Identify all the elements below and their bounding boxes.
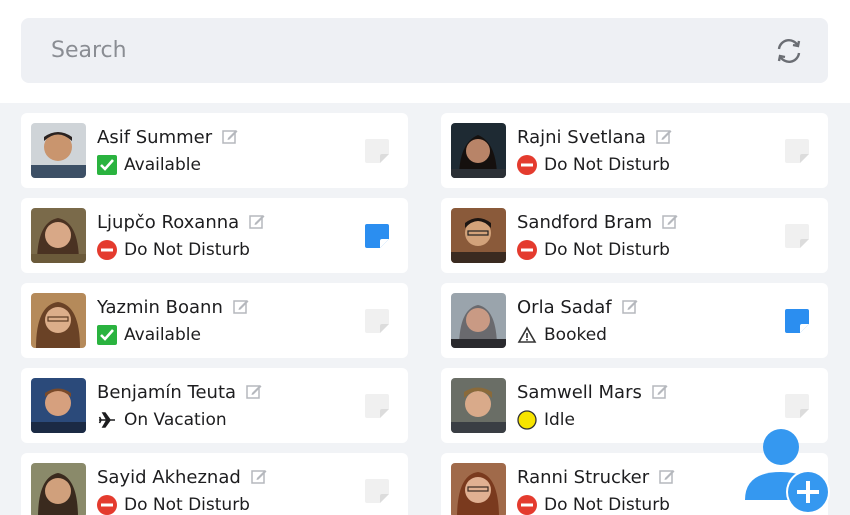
note-icon[interactable]	[363, 392, 391, 420]
avatar	[451, 293, 506, 348]
contact-name: Ljupčo Roxanna	[97, 212, 240, 233]
do-not-disturb-icon	[97, 240, 117, 260]
avatar	[31, 463, 86, 515]
note-icon[interactable]	[363, 477, 391, 505]
contact-card[interactable]: Asif Summer Available	[21, 113, 408, 188]
edit-icon[interactable]	[222, 128, 238, 144]
contact-name: Ranni Strucker	[517, 467, 650, 488]
contact-card[interactable]: Sandford Bram Do Not Disturb	[441, 198, 828, 273]
contact-name: Benjamín Teuta	[97, 382, 237, 403]
airplane-icon	[97, 410, 117, 430]
status-text: Available	[124, 325, 201, 345]
contact-card[interactable]: Ljupčo Roxanna Do Not Disturb	[21, 198, 408, 273]
avatar	[31, 378, 86, 433]
search-area	[0, 0, 850, 103]
avatar	[451, 123, 506, 178]
contact-card[interactable]: Rajni Svetlana Do Not Disturb	[441, 113, 828, 188]
contact-name: Samwell Mars	[517, 382, 642, 403]
do-not-disturb-icon	[517, 240, 537, 260]
edit-icon[interactable]	[652, 383, 668, 399]
check-icon	[97, 325, 117, 345]
note-icon[interactable]	[783, 137, 811, 165]
contact-name: Yazmin Boann	[97, 297, 223, 318]
avatar	[451, 378, 506, 433]
contact-card[interactable]: Orla Sadaf Booked	[441, 283, 828, 358]
note-icon[interactable]	[363, 222, 391, 250]
idle-icon	[517, 410, 537, 430]
note-icon[interactable]	[783, 392, 811, 420]
add-user-icon	[745, 429, 830, 514]
edit-icon[interactable]	[656, 128, 672, 144]
contact-name: Asif Summer	[97, 127, 213, 148]
contact-card[interactable]: Yazmin Boann Available	[21, 283, 408, 358]
do-not-disturb-icon	[517, 495, 537, 515]
status-text: Do Not Disturb	[544, 155, 670, 175]
status-text: Booked	[544, 325, 607, 345]
contact-name: Rajni Svetlana	[517, 127, 646, 148]
refresh-icon[interactable]	[774, 36, 804, 66]
note-icon[interactable]	[363, 307, 391, 335]
status-text: On Vacation	[124, 410, 227, 430]
edit-icon[interactable]	[621, 298, 638, 314]
edit-icon[interactable]	[246, 383, 262, 399]
note-icon[interactable]	[363, 137, 391, 165]
edit-icon[interactable]	[249, 213, 265, 229]
status-text: Do Not Disturb	[124, 495, 250, 515]
search-bar	[21, 18, 828, 83]
note-icon[interactable]	[783, 222, 811, 250]
avatar	[31, 293, 86, 348]
status-text: Idle	[544, 410, 575, 430]
avatar	[451, 208, 506, 263]
avatar	[31, 208, 86, 263]
edit-icon[interactable]	[659, 468, 675, 484]
edit-icon[interactable]	[662, 213, 678, 229]
status-text: Do Not Disturb	[124, 240, 250, 260]
contact-card[interactable]: Benjamín Teuta On Vacation	[21, 368, 408, 443]
contact-name: Sandford Bram	[517, 212, 653, 233]
do-not-disturb-icon	[97, 495, 117, 515]
contact-name: Orla Sadaf	[517, 297, 612, 318]
status-text: Do Not Disturb	[544, 495, 670, 515]
note-icon[interactable]	[783, 307, 811, 335]
avatar	[451, 463, 506, 515]
search-input[interactable]	[21, 18, 761, 83]
edit-icon[interactable]	[251, 468, 267, 484]
status-text: Available	[124, 155, 201, 175]
warning-icon	[517, 325, 537, 345]
contact-card[interactable]: Sayid Akheznad Do Not Disturb	[21, 453, 408, 515]
check-icon	[97, 155, 117, 175]
status-text: Do Not Disturb	[544, 240, 670, 260]
edit-icon[interactable]	[233, 298, 249, 314]
add-user-button[interactable]	[744, 428, 830, 514]
do-not-disturb-icon	[517, 155, 537, 175]
contact-name: Sayid Akheznad	[97, 467, 241, 488]
avatar	[31, 123, 86, 178]
